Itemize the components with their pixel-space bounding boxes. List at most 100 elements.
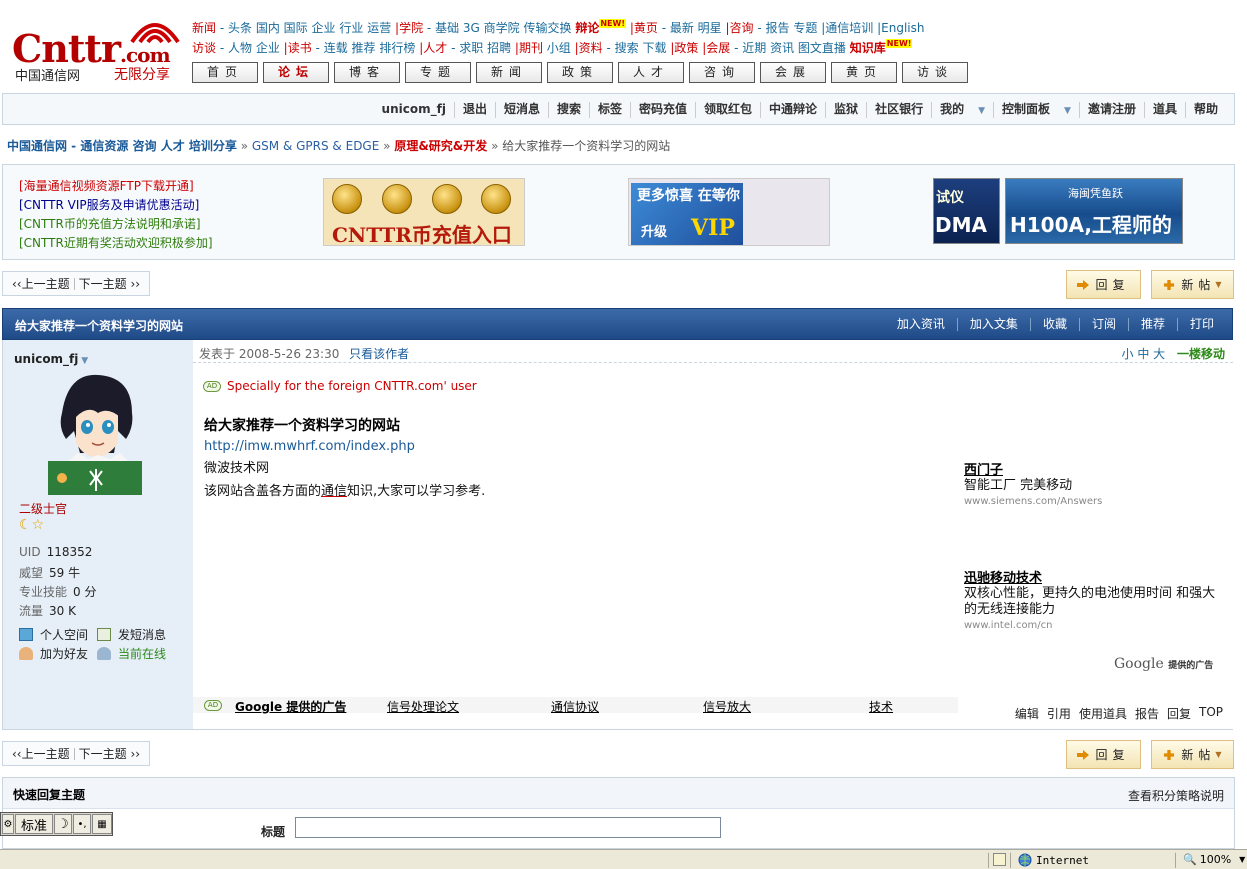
userbar-item[interactable]: 退出: [453, 102, 495, 118]
top-nav-link[interactable]: |人才: [419, 41, 447, 55]
username-link[interactable]: unicom_fj: [374, 102, 454, 118]
post-action-link[interactable]: 引用: [1047, 705, 1071, 722]
send-message-link[interactable]: 发短消息: [97, 626, 166, 643]
post-header-action[interactable]: 加入文集: [956, 318, 1030, 331]
vip-banner[interactable]: 更多惊喜 在等你 升级 VIP: [628, 178, 830, 246]
reply-button[interactable]: 回复: [1066, 270, 1141, 299]
top-nav-link[interactable]: 访谈: [192, 41, 216, 55]
top-nav-link[interactable]: 图文直播: [798, 41, 846, 55]
top-nav-link[interactable]: 辩论: [575, 21, 599, 35]
top-nav-link[interactable]: |政策: [670, 41, 698, 55]
nav-button-8[interactable]: 会展: [760, 62, 826, 83]
post-header-action[interactable]: 打印: [1176, 318, 1226, 331]
top-nav-link[interactable]: - 最新: [662, 21, 694, 35]
post-header-action[interactable]: 推荐: [1127, 318, 1177, 331]
post-header-action[interactable]: 订阅: [1078, 318, 1128, 331]
top-nav-link[interactable]: 招聘: [487, 41, 511, 55]
credit-rules-link[interactable]: 查看积分策略说明: [1128, 787, 1224, 804]
top-nav-link[interactable]: 下载: [643, 41, 667, 55]
userbar-item[interactable]: 控制面板 ▼: [993, 102, 1079, 118]
top-nav-link[interactable]: 企业: [312, 21, 336, 35]
top-nav-link[interactable]: 国际: [284, 21, 308, 35]
personal-space-link[interactable]: 个人空间: [19, 626, 88, 643]
top-nav-link[interactable]: 国内: [256, 21, 280, 35]
userbar-item[interactable]: 短消息: [494, 102, 548, 118]
top-nav-link[interactable]: 明星: [698, 21, 722, 35]
userbar-item[interactable]: 邀请注册: [1078, 102, 1144, 118]
prev-thread-link[interactable]: ‹‹上一主题: [8, 748, 74, 760]
google-ads-label[interactable]: Google 提供的广告: [235, 698, 346, 715]
keyword-link[interactable]: 通信: [321, 484, 347, 499]
top-nav-link[interactable]: - 头条: [220, 21, 252, 35]
userbar-item[interactable]: 帮助: [1184, 102, 1226, 118]
top-nav-link[interactable]: - 求职: [451, 41, 483, 55]
add-friend-link[interactable]: 加为好友: [19, 645, 88, 662]
userbar-item[interactable]: 搜索: [547, 102, 589, 118]
google-ad-1-title[interactable]: 西门子: [964, 459, 1224, 478]
userbar-item[interactable]: 中通辩论: [760, 102, 825, 118]
userbar-item[interactable]: 监狱: [825, 102, 866, 118]
userbar-item[interactable]: 道具: [1143, 102, 1185, 118]
soft-keyboard-icon[interactable]: ▦: [92, 814, 112, 834]
promo-link-ftp[interactable]: [海量通信视频资源FTP下载开通]: [19, 177, 213, 196]
security-zone[interactable]: Internet: [1018, 853, 1089, 867]
top-nav-link[interactable]: 推荐: [352, 41, 376, 55]
nav-button-7[interactable]: 咨询: [689, 62, 755, 83]
google-link-amplify[interactable]: 信号放大: [703, 698, 751, 715]
ime-toolbar[interactable]: ⚙ 标准 ☽ •, ▦: [0, 812, 113, 836]
userbar-item[interactable]: 标签: [588, 102, 630, 118]
nav-button-9[interactable]: 黄页: [831, 62, 897, 83]
top-nav-link[interactable]: - 连载: [316, 41, 348, 55]
top-nav-link[interactable]: 传输交换: [523, 21, 571, 35]
top-nav-link[interactable]: - 人物: [220, 41, 252, 55]
top-nav-link[interactable]: |资料: [575, 41, 603, 55]
top-nav-link[interactable]: 资讯: [770, 41, 794, 55]
top-nav-link[interactable]: 3G 商学院: [463, 21, 520, 35]
only-author-link[interactable]: 只看该作者: [349, 347, 409, 361]
nav-button-4[interactable]: 新闻: [476, 62, 542, 83]
post-action-link[interactable]: 使用道具: [1079, 705, 1127, 722]
floor-label[interactable]: 一楼移动: [1177, 347, 1225, 361]
nav-button-10[interactable]: 访谈: [902, 62, 968, 83]
nav-button-6[interactable]: 人才: [618, 62, 684, 83]
subject-input[interactable]: [295, 817, 721, 838]
top-nav-link[interactable]: 排行榜: [379, 41, 415, 55]
google-link-protocol[interactable]: 通信协议: [551, 698, 599, 715]
post-action-link[interactable]: TOP: [1199, 705, 1223, 722]
top-nav-link[interactable]: |读书: [284, 41, 312, 55]
cdma-banner[interactable]: 试仪 DMA: [933, 178, 1000, 244]
punctuation-icon[interactable]: •,: [73, 814, 91, 834]
nav-button-0[interactable]: 首页: [192, 62, 258, 83]
top-nav-link[interactable]: 运营: [367, 21, 391, 35]
reply-button[interactable]: 回复: [1066, 740, 1141, 769]
breadcrumb-subforum[interactable]: 原理&研究&开发: [394, 139, 487, 153]
site-logo[interactable]: Cnttr.com 中国通信网 无限分享: [12, 12, 187, 84]
promo-link-coin[interactable]: [CNTTR币的充值方法说明和承诺]: [19, 215, 213, 234]
top-nav-link[interactable]: |English: [877, 21, 924, 35]
top-nav-link[interactable]: |黄页: [630, 21, 658, 35]
top-nav-link[interactable]: 知识库: [850, 41, 886, 55]
top-nav-link[interactable]: 行业: [339, 21, 363, 35]
new-thread-button[interactable]: 新帖 ▼: [1151, 740, 1234, 769]
prev-thread-link[interactable]: ‹‹上一主题: [8, 278, 74, 290]
nav-button-1[interactable]: 论坛: [263, 62, 329, 83]
top-nav-link[interactable]: |通信培训: [821, 21, 873, 35]
breadcrumb-site[interactable]: 中国通信网 - 通信资源 咨询 人才 培训分享: [7, 139, 237, 153]
top-nav-link[interactable]: - 基础: [427, 21, 459, 35]
top-nav-link[interactable]: - 报告: [757, 21, 789, 35]
ime-mode[interactable]: 标准: [15, 814, 53, 834]
post-action-link[interactable]: 报告: [1135, 705, 1159, 722]
author-name[interactable]: unicom_fj ▼: [14, 352, 88, 366]
google-ad-2[interactable]: 迅驰移动技术 双核心性能，更持久的电池使用时间 和强大的无线连接能力 www.i…: [964, 567, 1216, 631]
top-nav-link[interactable]: 新闻: [192, 21, 216, 35]
userbar-item[interactable]: 我的 ▼: [931, 102, 993, 118]
post-action-link[interactable]: 编辑: [1015, 705, 1039, 722]
nav-button-2[interactable]: 博客: [334, 62, 400, 83]
top-nav-link[interactable]: - 近期: [734, 41, 766, 55]
promo-link-vip[interactable]: [CNTTR VIP服务及申请优惠活动]: [19, 196, 213, 215]
post-header-action[interactable]: 收藏: [1029, 318, 1079, 331]
google-ad-2-title[interactable]: 迅驰移动技术: [964, 567, 1216, 586]
google-ad-1[interactable]: 西门子 智能工厂 完美移动 www.siemens.com/Answers: [964, 459, 1224, 507]
post-action-link[interactable]: 回复: [1167, 705, 1191, 722]
top-nav-link[interactable]: 企业: [256, 41, 280, 55]
